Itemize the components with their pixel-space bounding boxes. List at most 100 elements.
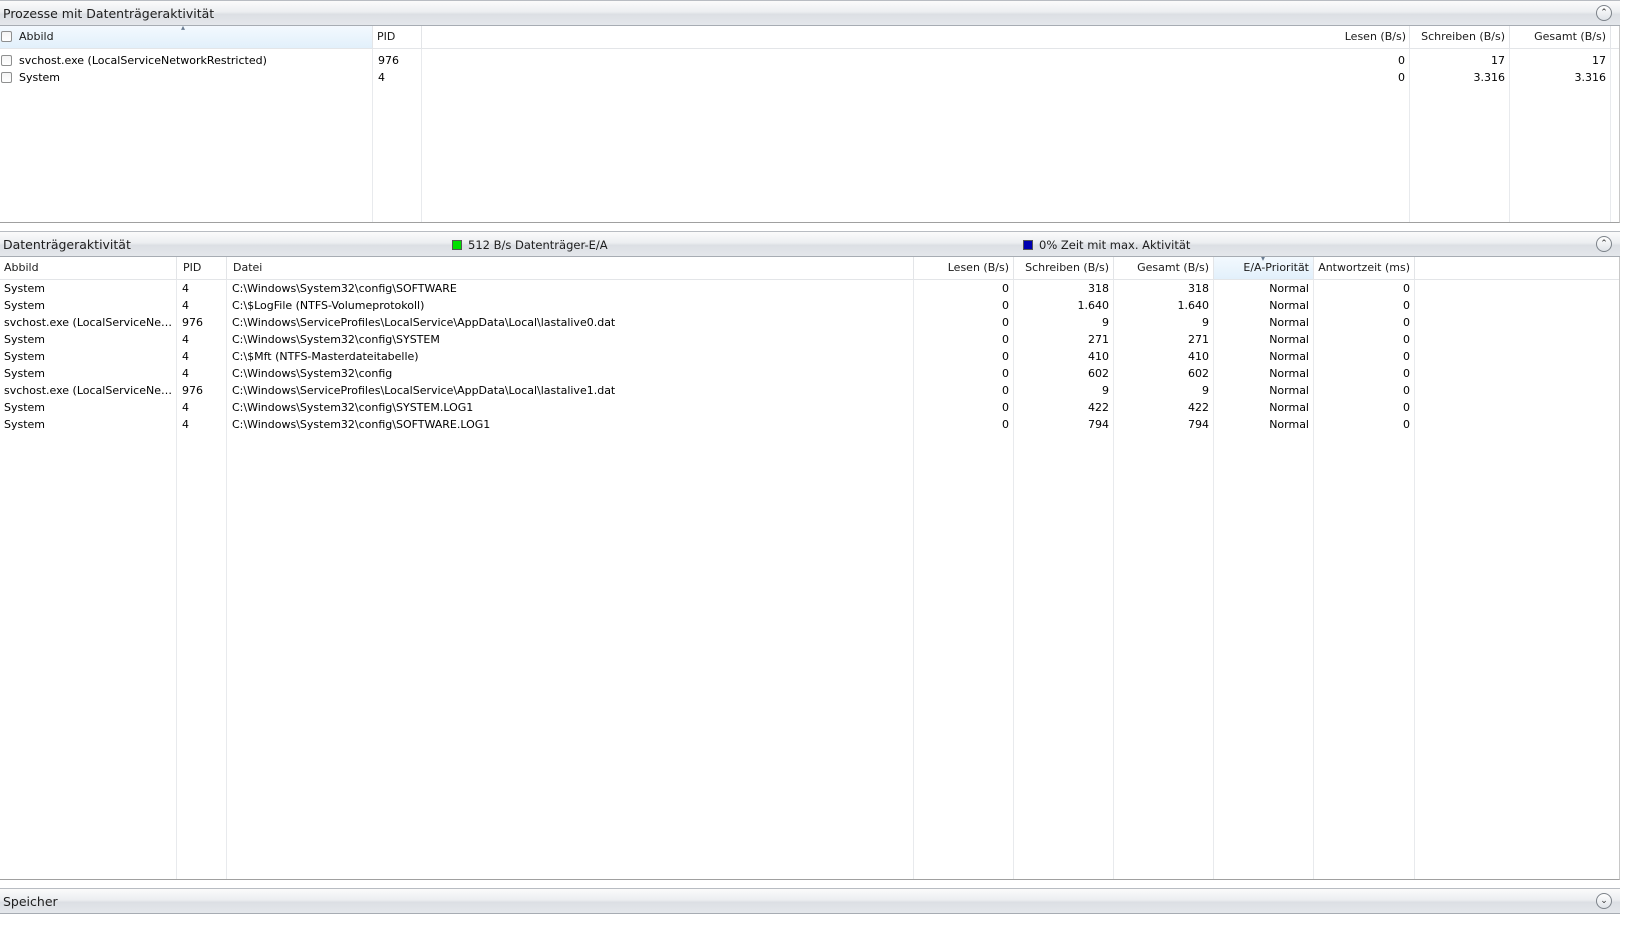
disk-row-total: 422 (1188, 401, 1209, 414)
column-header-image[interactable]: Abbild (0, 257, 177, 279)
disk-row-file: C:\$LogFile (NTFS-Volumeprotokoll) (232, 299, 425, 312)
disk-row-priority: Normal (1269, 418, 1309, 431)
disk-row-write: 318 (1088, 282, 1109, 295)
disk-activity-row[interactable]: svchost.exe (LocalServiceNetwo... 976 C:\W… (0, 314, 1619, 331)
column-header-total[interactable]: Gesamt (B/s) (1114, 257, 1214, 279)
process-checkbox[interactable] (1, 72, 12, 83)
disk-activity-section-title: Datenträgeraktivität (3, 237, 131, 252)
process-total: 17 (1592, 54, 1606, 67)
disk-row-image: System (4, 299, 46, 312)
disk-activity-row[interactable]: svchost.exe (LocalServiceNetwo... 976 C:\W… (0, 382, 1619, 399)
disk-row-file: C:\Windows\ServiceProfiles\LocalService\… (232, 384, 616, 397)
disk-row-file: C:\Windows\System32\config\SOFTWARE (232, 282, 457, 295)
disk-row-pid: 4 (182, 401, 189, 414)
disk-row-read: 0 (1002, 299, 1009, 312)
disk-row-pid: 4 (182, 333, 189, 346)
disk-activity-row[interactable]: System 4 C:\$LogFile (NTFS-Volumeprotokoll… (0, 297, 1619, 314)
column-header-image-label: Abbild (19, 30, 54, 43)
disk-row-pid: 4 (182, 282, 189, 295)
disk-row-read: 0 (1002, 316, 1009, 329)
disk-row-priority: Normal (1269, 367, 1309, 380)
disk-row-total: 602 (1188, 367, 1209, 380)
process-pid: 4 (378, 71, 385, 84)
process-write: 3.316 (1473, 71, 1506, 84)
disk-row-pid: 4 (182, 418, 189, 431)
disk-activity-row[interactable]: System 4 C:\Windows\System32\config\SOFTWA… (0, 416, 1619, 433)
disk-row-read: 0 (1002, 401, 1009, 414)
disk-row-priority: Normal (1269, 316, 1309, 329)
disk-activity-table: Abbild PID Datei Lesen (B/s) Schreiben (… (0, 257, 1620, 880)
disk-row-write: 794 (1088, 418, 1109, 431)
disk-row-image: System (4, 418, 46, 431)
column-header-response[interactable]: Antwortzeit (ms) (1314, 257, 1415, 279)
column-header-pid[interactable]: PID (177, 257, 227, 279)
disk-row-priority: Normal (1269, 401, 1309, 414)
chevron-up-icon[interactable]: ⌃ (1596, 236, 1612, 252)
column-header-file[interactable]: Datei (227, 257, 914, 279)
disk-row-file: C:\$Mft (NTFS-Masterdateitabelle) (232, 350, 419, 363)
legend-disk-io-swatch (452, 240, 462, 250)
disk-row-file: C:\Windows\System32\config\SYSTEM (232, 333, 440, 346)
legend-max-activity-label: 0% Zeit mit max. Aktivität (1039, 238, 1191, 252)
disk-row-response: 0 (1403, 299, 1410, 312)
process-row[interactable]: System 4 0 3.316 3.316 (0, 69, 1619, 86)
disk-row-total: 9 (1202, 384, 1209, 397)
process-image: System (19, 71, 61, 84)
column-header-image[interactable]: ▴ Abbild (0, 26, 373, 48)
disk-row-write: 271 (1088, 333, 1109, 346)
chevron-down-icon[interactable]: ⌄ (1596, 893, 1612, 909)
disk-row-priority: Normal (1269, 333, 1309, 346)
disk-row-total: 794 (1188, 418, 1209, 431)
disk-activity-row[interactable]: System 4 C:\$Mft (NTFS-Masterdateitabelle)… (0, 348, 1619, 365)
disk-row-read: 0 (1002, 367, 1009, 380)
disk-row-read: 0 (1002, 418, 1009, 431)
disk-row-pid: 4 (182, 367, 189, 380)
disk-row-file: C:\Windows\ServiceProfiles\LocalService\… (232, 316, 616, 329)
disk-row-image: svchost.exe (LocalServiceNetwo... (4, 316, 176, 329)
processes-section-title: Prozesse mit Datenträgeraktivität (3, 6, 215, 21)
column-header-read[interactable]: Lesen (B/s) (1310, 26, 1410, 48)
disk-row-read: 0 (1002, 350, 1009, 363)
disk-row-image: System (4, 401, 46, 414)
column-header-read[interactable]: Lesen (B/s) (914, 257, 1014, 279)
disk-row-file: C:\Windows\System32\config\SOFTWARE.LOG1 (232, 418, 491, 431)
process-image: svchost.exe (LocalServiceNetworkRestrict… (19, 54, 267, 67)
disk-row-image: System (4, 333, 46, 346)
legend-max-activity: 0% Zeit mit max. Aktivität (1023, 238, 1190, 252)
disk-row-write: 9 (1102, 316, 1109, 329)
disk-row-total: 9 (1202, 316, 1209, 329)
process-write: 17 (1491, 54, 1505, 67)
disk-activity-row[interactable]: System 4 C:\Windows\System32\config 0 602 602… (0, 365, 1619, 382)
disk-row-response: 0 (1403, 418, 1410, 431)
processes-section-header[interactable]: Prozesse mit Datenträgeraktivität ⌃ (0, 0, 1620, 26)
process-read: 0 (1398, 71, 1405, 84)
column-header-write[interactable]: Schreiben (B/s) (1410, 26, 1510, 48)
disk-row-total: 1.640 (1177, 299, 1210, 312)
disk-activity-row[interactable]: System 4 C:\Windows\System32\config\SYSTEM… (0, 331, 1619, 348)
processes-table: ▴ Abbild PID Lesen (B/s) Schreiben (B/s)… (0, 26, 1620, 223)
disk-row-pid: 4 (182, 299, 189, 312)
column-header-priority[interactable]: ▾ E/A-Priorität (1214, 257, 1314, 279)
disk-row-write: 602 (1088, 367, 1109, 380)
disk-row-write: 410 (1088, 350, 1109, 363)
select-all-checkbox[interactable] (1, 31, 12, 42)
disk-row-response: 0 (1403, 401, 1410, 414)
disk-row-file: C:\Windows\System32\config\SYSTEM.LOG1 (232, 401, 474, 414)
disk-row-write: 422 (1088, 401, 1109, 414)
sort-descending-icon: ▾ (1261, 257, 1266, 263)
process-checkbox[interactable] (1, 55, 12, 66)
disk-activity-row[interactable]: System 4 C:\Windows\System32\config\SYSTEM… (0, 399, 1619, 416)
process-row[interactable]: svchost.exe (LocalServiceNetworkRestrict… (0, 52, 1619, 69)
memory-section-header[interactable]: Speicher ⌄ (0, 888, 1620, 914)
chevron-up-icon[interactable]: ⌃ (1596, 5, 1612, 21)
column-header-pid[interactable]: PID (373, 26, 422, 48)
disk-row-response: 0 (1403, 350, 1410, 363)
process-pid: 976 (378, 54, 399, 67)
disk-row-image: System (4, 350, 46, 363)
disk-activity-row[interactable]: System 4 C:\Windows\System32\config\SOFTWA… (0, 280, 1619, 297)
disk-activity-section-header[interactable]: Datenträgeraktivität 512 B/s Datenträger… (0, 231, 1620, 257)
disk-row-priority: Normal (1269, 282, 1309, 295)
disk-row-priority: Normal (1269, 350, 1309, 363)
column-header-write[interactable]: Schreiben (B/s) (1014, 257, 1114, 279)
column-header-total[interactable]: Gesamt (B/s) (1510, 26, 1611, 48)
